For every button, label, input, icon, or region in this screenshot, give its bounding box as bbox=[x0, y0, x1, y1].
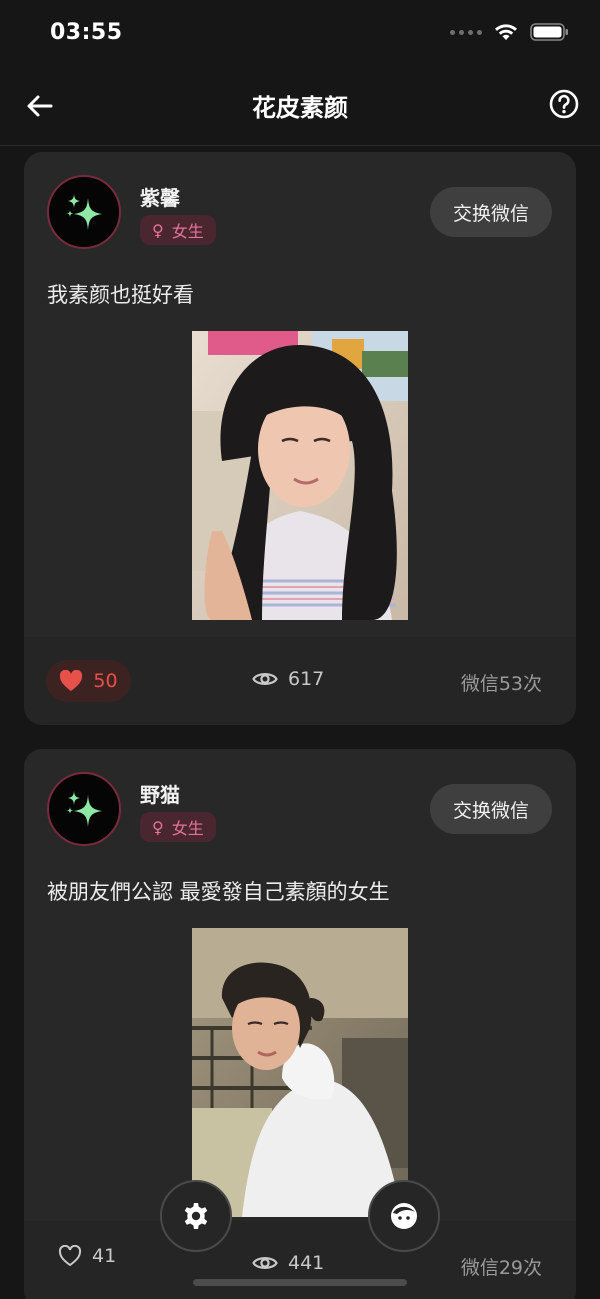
view-count-group: 441 bbox=[252, 1252, 324, 1274]
feed-list[interactable]: 紫馨 ♀ 女生 交换微信 我素颜也挺好看 50 617 微信53次 野猫 ♀ 女… bbox=[0, 147, 600, 1299]
sparkle-icon bbox=[66, 194, 102, 230]
face-button[interactable] bbox=[368, 1180, 440, 1252]
female-symbol-icon: ♀ bbox=[152, 817, 164, 837]
view-count: 441 bbox=[288, 1252, 325, 1274]
home-indicator[interactable] bbox=[193, 1279, 407, 1286]
username: 野猫 bbox=[140, 783, 180, 807]
post-photo[interactable] bbox=[192, 928, 408, 1217]
eye-icon bbox=[252, 1257, 278, 1269]
like-button[interactable]: 41 bbox=[58, 1245, 116, 1267]
post-footer: 50 617 微信53次 bbox=[24, 637, 576, 725]
exchange-wechat-button[interactable]: 交换微信 bbox=[430, 187, 552, 237]
heart-outline-icon bbox=[58, 1245, 82, 1267]
post-footer: 41 441 微信29次 bbox=[24, 1221, 576, 1299]
help-button[interactable] bbox=[548, 88, 580, 120]
sparkle-icon bbox=[66, 791, 102, 827]
status-time: 03:55 bbox=[50, 20, 123, 45]
view-count: 617 bbox=[288, 668, 325, 690]
status-icons bbox=[450, 22, 570, 42]
nav-bar: 花皮素颜 bbox=[0, 66, 600, 146]
selfie-photo bbox=[192, 331, 408, 620]
wechat-exchange-count: 微信29次 bbox=[460, 1257, 542, 1279]
page-title: 花皮素颜 bbox=[252, 94, 348, 122]
eye-icon bbox=[252, 673, 278, 685]
status-bar: 03:55 bbox=[0, 0, 600, 66]
wifi-icon bbox=[495, 24, 517, 40]
post-text: 我素颜也挺好看 bbox=[47, 283, 194, 307]
like-count: 41 bbox=[92, 1245, 117, 1267]
post-photo[interactable] bbox=[192, 331, 408, 620]
post-text: 被朋友們公認 最愛發自己素顏的女生 bbox=[47, 880, 390, 904]
settings-button[interactable] bbox=[160, 1180, 232, 1252]
gender-label: 女生 bbox=[171, 222, 204, 241]
female-symbol-icon: ♀ bbox=[152, 220, 164, 240]
avatar[interactable] bbox=[47, 772, 121, 846]
exchange-wechat-button[interactable]: 交换微信 bbox=[430, 784, 552, 834]
gender-label: 女生 bbox=[171, 819, 204, 838]
like-button[interactable]: 50 bbox=[46, 660, 131, 702]
wechat-exchange-count: 微信53次 bbox=[460, 673, 542, 695]
help-icon bbox=[549, 89, 579, 119]
username: 紫馨 bbox=[140, 186, 180, 210]
heart-icon bbox=[60, 670, 83, 691]
gender-tag: ♀ 女生 bbox=[140, 215, 216, 245]
like-count: 50 bbox=[93, 670, 118, 692]
post-card[interactable]: 野猫 ♀ 女生 交换微信 被朋友們公認 最愛發自己素顏的女生 41 441 微信… bbox=[24, 749, 576, 1299]
gender-tag: ♀ 女生 bbox=[140, 812, 216, 842]
battery-icon bbox=[530, 23, 568, 41]
signal-icon bbox=[450, 29, 482, 35]
view-count-group: 617 bbox=[252, 668, 324, 690]
avatar[interactable] bbox=[47, 175, 121, 249]
gear-icon bbox=[184, 1203, 208, 1229]
post-card[interactable]: 紫馨 ♀ 女生 交换微信 我素颜也挺好看 50 617 微信53次 bbox=[24, 152, 576, 725]
face-icon bbox=[391, 1203, 417, 1229]
selfie-photo bbox=[192, 928, 408, 1217]
